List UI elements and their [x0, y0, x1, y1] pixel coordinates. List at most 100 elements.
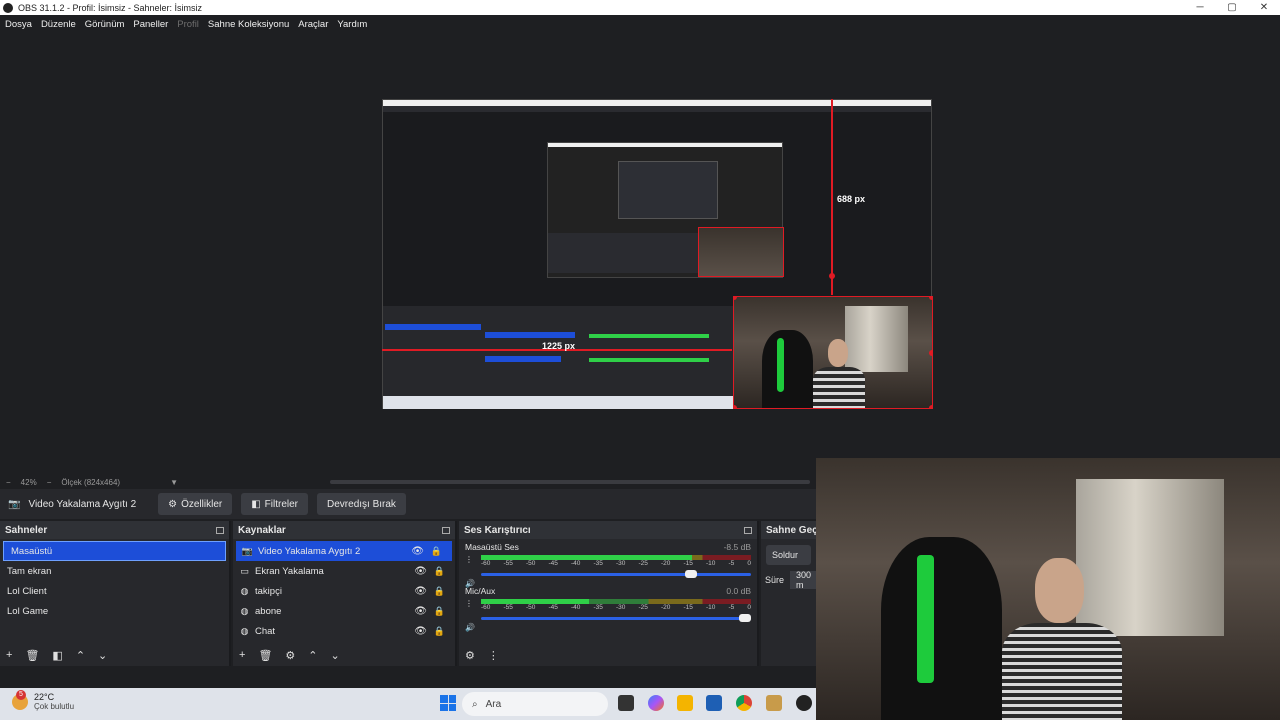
lock-icon[interactable]: 🔒 — [434, 626, 445, 637]
volume-meter — [481, 599, 751, 604]
vertical-distance-label: 688 px — [837, 194, 866, 204]
lock-icon[interactable]: 🔒 — [431, 546, 442, 557]
menu-tools[interactable]: Araçlar — [298, 19, 328, 30]
undock-icon[interactable] — [442, 526, 450, 534]
mixer-channel: Mic/Aux 0.0 dB ⋮ -60 -55 -50 -45 -40 -35 -30 -2… — [459, 583, 757, 632]
eye-icon[interactable]: 👁 — [411, 546, 424, 557]
lock-icon[interactable]: 🔒 — [434, 606, 445, 617]
chrome-icon[interactable] — [736, 695, 752, 711]
source-item[interactable]: ▭ Ekran Yakalama 👁 🔒 — [233, 561, 455, 581]
trash-icon[interactable]: 🗑 — [258, 649, 272, 662]
undock-icon[interactable] — [216, 526, 224, 534]
weather-widget[interactable]: 5 22°C Çok bulutlu — [12, 689, 75, 711]
scene-item[interactable]: Lol Client — [0, 581, 229, 601]
source-item[interactable]: ◍ abone 👁 🔒 — [233, 601, 455, 621]
scene-item[interactable]: Tam ekran — [0, 561, 229, 581]
menu-edit[interactable]: Düzenle — [41, 19, 76, 30]
minimize-button[interactable]: ─ — [1184, 0, 1216, 15]
lock-icon[interactable]: 🔒 — [434, 566, 445, 577]
nested-preview-inner — [547, 142, 784, 278]
maximize-button[interactable]: ▢ — [1216, 0, 1248, 15]
meter-tick: -20 — [661, 604, 671, 611]
menu-docks[interactable]: Paneller — [133, 19, 168, 30]
gear-icon: ⚙ — [168, 498, 178, 510]
menu-scene-collection[interactable]: Sahne Koleksiyonu — [208, 19, 289, 30]
meter-tick: -35 — [593, 560, 603, 567]
chevron-up-icon[interactable]: ⌃ — [308, 649, 317, 662]
search-icon: ⌕ — [472, 698, 478, 710]
guide-handle[interactable] — [829, 273, 835, 279]
store-icon[interactable] — [706, 695, 722, 711]
undock-icon[interactable] — [744, 526, 752, 534]
meter-tick: -20 — [661, 560, 671, 567]
lock-icon[interactable]: 🔒 — [434, 586, 445, 597]
volume-meter — [481, 555, 751, 560]
chevron-up-icon[interactable]: ⌃ — [76, 649, 85, 662]
transition-select[interactable]: Soldur — [766, 545, 811, 565]
zoom-in-button[interactable]: − — [47, 478, 52, 487]
kebab-menu-icon[interactable]: ⋮ — [488, 649, 499, 662]
weather-condition: Çok bulutlu — [34, 702, 75, 711]
menu-profile[interactable]: Profil — [177, 19, 199, 30]
app-icon[interactable] — [766, 695, 782, 711]
meter-tick: -25 — [638, 560, 648, 567]
scene-item[interactable]: Masaüstü — [3, 541, 226, 561]
trash-icon[interactable]: 🗑 — [25, 649, 39, 662]
add-scene-icon[interactable]: + — [6, 649, 12, 661]
windows-start-icon[interactable] — [440, 695, 456, 711]
horizontal-distance-label: 1225 px — [542, 341, 576, 351]
menu-view[interactable]: Görünüm — [85, 19, 125, 30]
eye-icon[interactable]: 👁 — [414, 566, 427, 577]
volume-fader[interactable] — [481, 614, 751, 622]
chevron-down-icon[interactable]: ▼ — [170, 478, 178, 487]
duration-input[interactable]: 300 m — [790, 570, 816, 590]
audio-mixer-dock: Ses Karıştırıcı Masaüstü Ses -8.5 dB ⋮ -… — [459, 521, 759, 666]
zoom-out-button[interactable]: − — [6, 478, 11, 487]
kebab-menu-icon[interactable]: ⋮ — [465, 555, 473, 564]
sources-header: Kaynaklar — [233, 521, 455, 539]
webcam-image — [734, 297, 932, 408]
window-title: OBS 31.1.2 - Profil: İsimsiz - Sahneler:… — [18, 2, 203, 13]
volume-fader[interactable] — [481, 570, 751, 578]
taskbar-search[interactable]: ⌕ Ara — [462, 692, 608, 716]
transitions-header: Sahne Geçiş — [761, 521, 816, 539]
add-source-icon[interactable]: + — [239, 649, 245, 661]
selected-webcam-source[interactable] — [733, 296, 933, 409]
channel-name: Masaüstü Ses — [465, 542, 519, 552]
filter-icon: ◧ — [251, 498, 261, 510]
eye-icon[interactable]: 👁 — [414, 586, 427, 597]
close-button[interactable]: ✕ — [1248, 0, 1280, 15]
task-view-icon[interactable] — [618, 695, 634, 711]
copilot-icon[interactable] — [648, 695, 664, 711]
camera-icon: 📷 — [8, 498, 21, 510]
filters-button[interactable]: ◧ Filtreler — [241, 493, 309, 515]
source-item[interactable]: ◍ takipçi 👁 🔒 — [233, 581, 455, 601]
scale-select[interactable]: Ölçek (824x464) — [61, 478, 120, 487]
chevron-down-icon[interactable]: ⌄ — [331, 649, 340, 662]
preview-scrollbar[interactable] — [330, 480, 810, 484]
file-explorer-icon[interactable] — [677, 695, 693, 711]
selected-source-name: Video Yakalama Aygıtı 2 — [28, 498, 137, 510]
scene-item[interactable]: Lol Game — [0, 601, 229, 621]
sources-footer: + 🗑 ⚙ ⌃ ⌄ — [233, 644, 455, 666]
eye-icon[interactable]: 👁 — [414, 606, 427, 617]
chevron-down-icon[interactable]: ⌄ — [98, 649, 107, 662]
gear-icon[interactable]: ⚙ — [285, 649, 295, 662]
properties-button[interactable]: ⚙ Özellikler — [158, 493, 233, 515]
menu-file[interactable]: Dosya — [5, 19, 32, 30]
search-placeholder: Ara — [485, 698, 502, 710]
sources-dock: Kaynaklar 📷 Video Yakalama Aygıtı 2 👁 🔒 … — [233, 521, 457, 666]
scene-filter-icon[interactable]: ◧ — [52, 649, 62, 662]
obs-taskbar-icon[interactable] — [796, 695, 812, 711]
source-item[interactable]: ◍ Chat 👁 🔒 — [233, 621, 455, 641]
deactivate-button[interactable]: Devredışı Bırak — [317, 493, 406, 515]
menu-help[interactable]: Yardım — [337, 19, 367, 30]
preview-area[interactable]: 688 px 1225 px — [0, 33, 1280, 475]
speaker-icon[interactable]: 🔊 — [465, 623, 475, 632]
meter-tick: -35 — [593, 604, 603, 611]
mixer-settings-icon[interactable]: ⚙ — [465, 649, 475, 662]
eye-icon[interactable]: 👁 — [414, 626, 427, 637]
source-item[interactable]: 📷 Video Yakalama Aygıtı 2 👁 🔒 — [236, 541, 452, 561]
kebab-menu-icon[interactable]: ⋮ — [465, 599, 473, 608]
globe-icon: ◍ — [240, 625, 249, 636]
